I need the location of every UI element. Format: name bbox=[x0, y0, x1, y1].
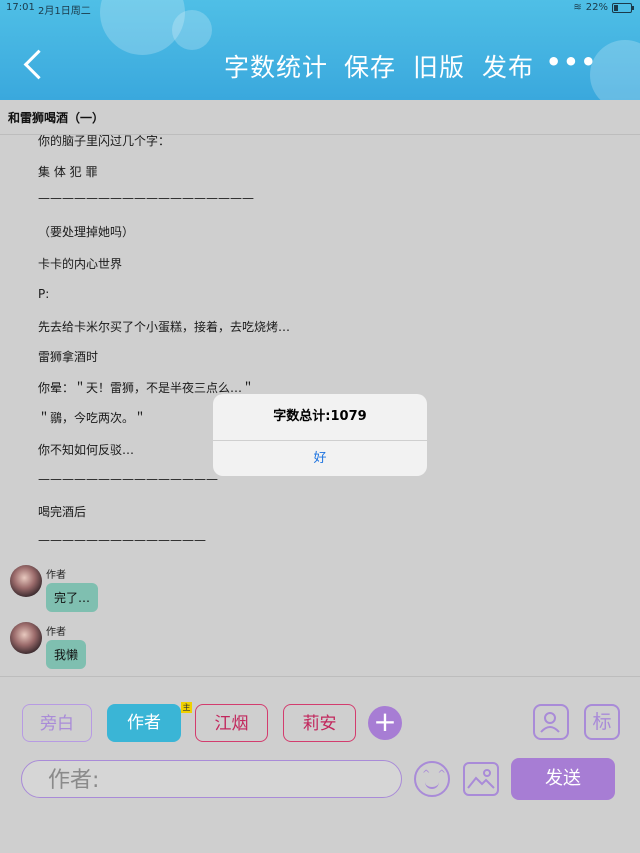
status-right: ≋ 22% bbox=[573, 2, 634, 13]
avatar[interactable] bbox=[10, 622, 42, 654]
chat-bubble[interactable]: 我懒 bbox=[46, 640, 87, 669]
back-icon[interactable] bbox=[20, 46, 50, 82]
save-button[interactable]: 保存 bbox=[344, 48, 396, 84]
text-line: P: bbox=[38, 287, 50, 301]
status-time: 17:01 bbox=[6, 2, 35, 13]
decor-bubble bbox=[172, 10, 212, 50]
compose-panel: 旁白 作者 主 江烟 莉安 + 标 发送 bbox=[0, 676, 640, 800]
status-date: 2月1日周二 bbox=[38, 6, 91, 17]
text-line: 你不知如何反驳… bbox=[38, 443, 135, 457]
status-bar: 17:01 2月1日周二 ≋ 22% bbox=[0, 0, 640, 17]
publish-button[interactable]: 发布 bbox=[482, 48, 534, 84]
wifi-icon: ≋ bbox=[573, 2, 582, 13]
emoji-icon[interactable] bbox=[414, 761, 450, 797]
old-version-button[interactable]: 旧版 bbox=[413, 48, 465, 84]
speaker-name: 作者 bbox=[46, 627, 66, 638]
role-character-button[interactable]: 江烟 bbox=[195, 704, 268, 742]
text-line: —————————————————— bbox=[38, 191, 254, 205]
add-role-button[interactable]: + bbox=[368, 706, 402, 740]
message-input[interactable] bbox=[46, 765, 390, 795]
text-line: （要处理掉她吗） bbox=[38, 225, 135, 239]
alert-message: 字数总计:1079 bbox=[213, 394, 427, 441]
battery-icon bbox=[612, 2, 634, 13]
user-card-icon-glyph bbox=[540, 712, 560, 733]
text-line: 雷狮拿酒时 bbox=[38, 350, 99, 364]
text-line: 先去给卡米尔买了个小蛋糕，接着，去吃烧烤… bbox=[38, 320, 291, 334]
speaker-name: 作者 bbox=[46, 570, 66, 581]
more-icon[interactable]: ••• bbox=[546, 48, 598, 76]
document-title: 和雷狮喝酒（一） bbox=[8, 111, 105, 125]
alert-ok-button[interactable]: 好 bbox=[213, 441, 427, 476]
main-role-badge: 主 bbox=[181, 702, 192, 713]
image-icon-glyph bbox=[467, 769, 495, 789]
role-character-button[interactable]: 莉安 bbox=[283, 704, 356, 742]
word-count-button[interactable]: 字数统计 bbox=[224, 48, 328, 84]
send-button[interactable]: 发送 bbox=[511, 758, 615, 800]
tag-button[interactable]: 标 bbox=[584, 704, 620, 740]
text-line: 集 体 犯 罪 bbox=[38, 165, 98, 179]
battery-percent: 22% bbox=[585, 2, 608, 13]
chat-bubble[interactable]: 完了… bbox=[46, 583, 99, 612]
document-title-bar: 和雷狮喝酒（一） bbox=[0, 100, 640, 135]
image-icon[interactable] bbox=[463, 762, 499, 796]
text-line: ——————————————— bbox=[38, 472, 218, 486]
role-narrator-button[interactable]: 旁白 bbox=[22, 704, 92, 742]
text-line: 喝完酒后 bbox=[38, 505, 87, 519]
user-card-icon[interactable] bbox=[533, 704, 569, 740]
text-line: —————————————— bbox=[38, 533, 206, 547]
message-input-wrapper[interactable] bbox=[21, 760, 402, 798]
text-line: 卡卡的内心世界 bbox=[38, 257, 123, 271]
text-line: 你的脑子里闪过几个字： bbox=[38, 135, 171, 148]
role-author-button[interactable]: 作者 bbox=[107, 704, 181, 742]
text-line: ＂鶸，今吃两次。＂ bbox=[38, 411, 147, 425]
avatar[interactable] bbox=[10, 565, 42, 597]
word-count-alert: 字数总计:1079 好 bbox=[213, 394, 427, 476]
